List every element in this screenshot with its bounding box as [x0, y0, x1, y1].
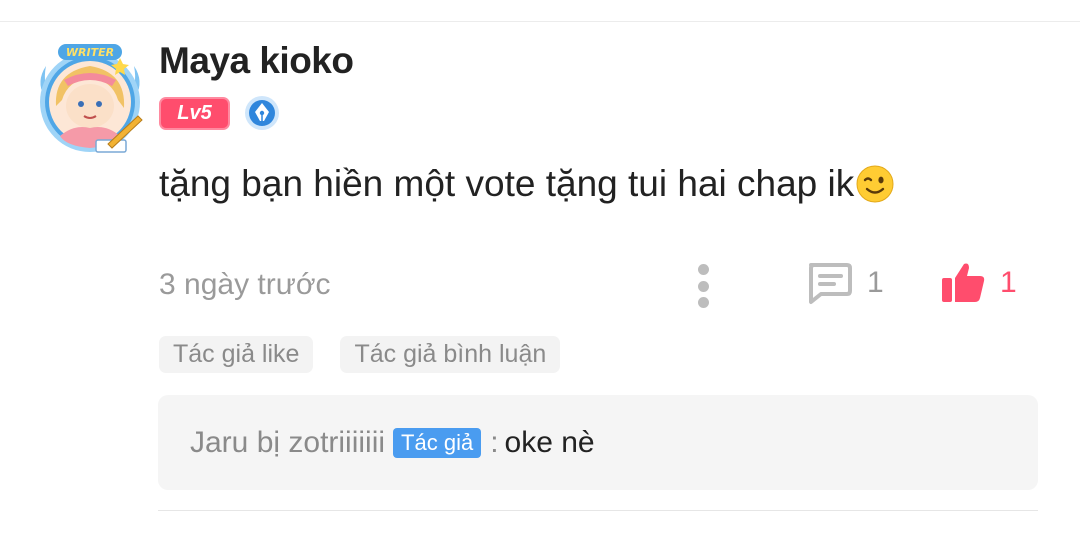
level-badge: Lv5 — [159, 96, 230, 130]
reply-button[interactable]: 1 — [805, 260, 884, 306]
reply-preview[interactable]: Jaru bị zotriiiiiii Tác giả : oke nè — [158, 395, 1038, 490]
like-button[interactable]: 1 — [940, 259, 1017, 307]
more-icon[interactable] — [688, 264, 718, 308]
avatar[interactable]: WRITER — [34, 36, 146, 160]
comment-body: tặng bạn hiền một vote tặng tui hai chap… — [159, 163, 894, 205]
reply-separator: : — [490, 425, 499, 459]
tag-author-replied: Tác giả bình luận — [340, 336, 561, 373]
like-count: 1 — [1000, 266, 1017, 299]
comment-text: tặng bạn hiền một vote tặng tui hai chap… — [159, 163, 855, 204]
badge-row: Lv5 — [159, 96, 280, 130]
reply-text: oke nè — [504, 425, 595, 459]
username[interactable]: Maya kioko — [159, 40, 354, 82]
tag-row: Tác giả like Tác giả bình luận — [159, 336, 587, 373]
author-tag: Tác giả — [393, 427, 482, 458]
timestamp: 3 ngày trước — [159, 268, 331, 301]
reply-author[interactable]: Jaru bị zotriiiiiii — [190, 426, 385, 460]
bottom-divider — [158, 510, 1038, 511]
writer-frame-label: WRITER — [66, 46, 114, 59]
comment-item: WRITER Maya kioko Lv5 tặng bạn hiền một … — [0, 22, 1080, 535]
wink-emoji — [856, 165, 894, 203]
reply-count: 1 — [867, 266, 884, 299]
thumbs-up-icon — [942, 263, 985, 302]
pen-nib-icon — [244, 95, 280, 131]
tag-author-liked: Tác giả like — [159, 336, 314, 373]
comment-icon — [809, 263, 852, 304]
